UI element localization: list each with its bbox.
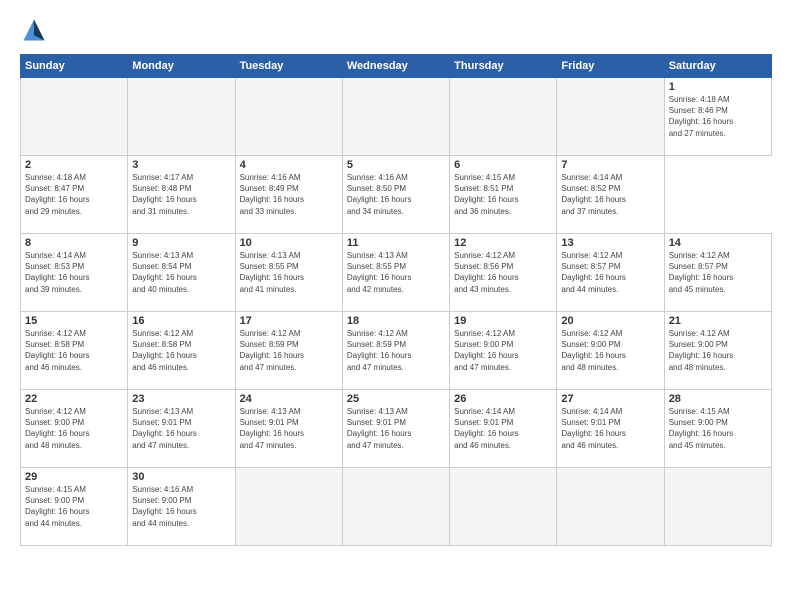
- col-header-friday: Friday: [557, 55, 664, 78]
- col-header-monday: Monday: [128, 55, 235, 78]
- day-cell-9: 9Sunrise: 4:13 AM Sunset: 8:54 PM Daylig…: [128, 234, 235, 312]
- empty-cell: [235, 78, 342, 156]
- day-cell-25: 25Sunrise: 4:13 AM Sunset: 9:01 PM Dayli…: [342, 390, 449, 468]
- day-cell-1: 1Sunrise: 4:18 AM Sunset: 8:46 PM Daylig…: [664, 78, 771, 156]
- empty-cell: [557, 468, 664, 546]
- day-cell-28: 28Sunrise: 4:15 AM Sunset: 9:00 PM Dayli…: [664, 390, 771, 468]
- day-cell-5: 5Sunrise: 4:16 AM Sunset: 8:50 PM Daylig…: [342, 156, 449, 234]
- day-cell-11: 11Sunrise: 4:13 AM Sunset: 8:55 PM Dayli…: [342, 234, 449, 312]
- day-cell-20: 20Sunrise: 4:12 AM Sunset: 9:00 PM Dayli…: [557, 312, 664, 390]
- week-row-4: 15Sunrise: 4:12 AM Sunset: 8:58 PM Dayli…: [21, 312, 772, 390]
- col-header-thursday: Thursday: [450, 55, 557, 78]
- week-row-3: 8Sunrise: 4:14 AM Sunset: 8:53 PM Daylig…: [21, 234, 772, 312]
- logo: [20, 16, 52, 44]
- logo-icon: [20, 16, 48, 44]
- empty-cell: [21, 78, 128, 156]
- week-row-6: 29Sunrise: 4:15 AM Sunset: 9:00 PM Dayli…: [21, 468, 772, 546]
- week-row-5: 22Sunrise: 4:12 AM Sunset: 9:00 PM Dayli…: [21, 390, 772, 468]
- day-cell-4: 4Sunrise: 4:16 AM Sunset: 8:49 PM Daylig…: [235, 156, 342, 234]
- week-row-1: 1Sunrise: 4:18 AM Sunset: 8:46 PM Daylig…: [21, 78, 772, 156]
- day-cell-18: 18Sunrise: 4:12 AM Sunset: 8:59 PM Dayli…: [342, 312, 449, 390]
- empty-cell: [235, 468, 342, 546]
- day-cell-21: 21Sunrise: 4:12 AM Sunset: 9:00 PM Dayli…: [664, 312, 771, 390]
- day-cell-16: 16Sunrise: 4:12 AM Sunset: 8:58 PM Dayli…: [128, 312, 235, 390]
- day-cell-19: 19Sunrise: 4:12 AM Sunset: 9:00 PM Dayli…: [450, 312, 557, 390]
- day-cell-6: 6Sunrise: 4:15 AM Sunset: 8:51 PM Daylig…: [450, 156, 557, 234]
- day-cell-17: 17Sunrise: 4:12 AM Sunset: 8:59 PM Dayli…: [235, 312, 342, 390]
- day-cell-15: 15Sunrise: 4:12 AM Sunset: 8:58 PM Dayli…: [21, 312, 128, 390]
- page: SundayMondayTuesdayWednesdayThursdayFrid…: [0, 0, 792, 612]
- empty-cell: [664, 468, 771, 546]
- day-cell-24: 24Sunrise: 4:13 AM Sunset: 9:01 PM Dayli…: [235, 390, 342, 468]
- calendar-table: SundayMondayTuesdayWednesdayThursdayFrid…: [20, 54, 772, 546]
- day-cell-3: 3Sunrise: 4:17 AM Sunset: 8:48 PM Daylig…: [128, 156, 235, 234]
- empty-cell: [557, 78, 664, 156]
- day-cell-7: 7Sunrise: 4:14 AM Sunset: 8:52 PM Daylig…: [557, 156, 664, 234]
- col-header-tuesday: Tuesday: [235, 55, 342, 78]
- day-cell-14: 14Sunrise: 4:12 AM Sunset: 8:57 PM Dayli…: [664, 234, 771, 312]
- day-cell-12: 12Sunrise: 4:12 AM Sunset: 8:56 PM Dayli…: [450, 234, 557, 312]
- day-cell-29: 29Sunrise: 4:15 AM Sunset: 9:00 PM Dayli…: [21, 468, 128, 546]
- empty-cell: [342, 78, 449, 156]
- day-cell-8: 8Sunrise: 4:14 AM Sunset: 8:53 PM Daylig…: [21, 234, 128, 312]
- col-header-sunday: Sunday: [21, 55, 128, 78]
- week-row-2: 2Sunrise: 4:18 AM Sunset: 8:47 PM Daylig…: [21, 156, 772, 234]
- day-cell-13: 13Sunrise: 4:12 AM Sunset: 8:57 PM Dayli…: [557, 234, 664, 312]
- col-header-wednesday: Wednesday: [342, 55, 449, 78]
- day-cell-26: 26Sunrise: 4:14 AM Sunset: 9:01 PM Dayli…: [450, 390, 557, 468]
- day-cell-23: 23Sunrise: 4:13 AM Sunset: 9:01 PM Dayli…: [128, 390, 235, 468]
- empty-cell: [450, 468, 557, 546]
- calendar-header-row: SundayMondayTuesdayWednesdayThursdayFrid…: [21, 55, 772, 78]
- day-cell-27: 27Sunrise: 4:14 AM Sunset: 9:01 PM Dayli…: [557, 390, 664, 468]
- col-header-saturday: Saturday: [664, 55, 771, 78]
- empty-cell: [450, 78, 557, 156]
- empty-cell: [342, 468, 449, 546]
- day-cell-10: 10Sunrise: 4:13 AM Sunset: 8:55 PM Dayli…: [235, 234, 342, 312]
- day-cell-30: 30Sunrise: 4:16 AM Sunset: 9:00 PM Dayli…: [128, 468, 235, 546]
- day-cell-2: 2Sunrise: 4:18 AM Sunset: 8:47 PM Daylig…: [21, 156, 128, 234]
- day-cell-22: 22Sunrise: 4:12 AM Sunset: 9:00 PM Dayli…: [21, 390, 128, 468]
- empty-cell: [128, 78, 235, 156]
- header: [20, 16, 772, 44]
